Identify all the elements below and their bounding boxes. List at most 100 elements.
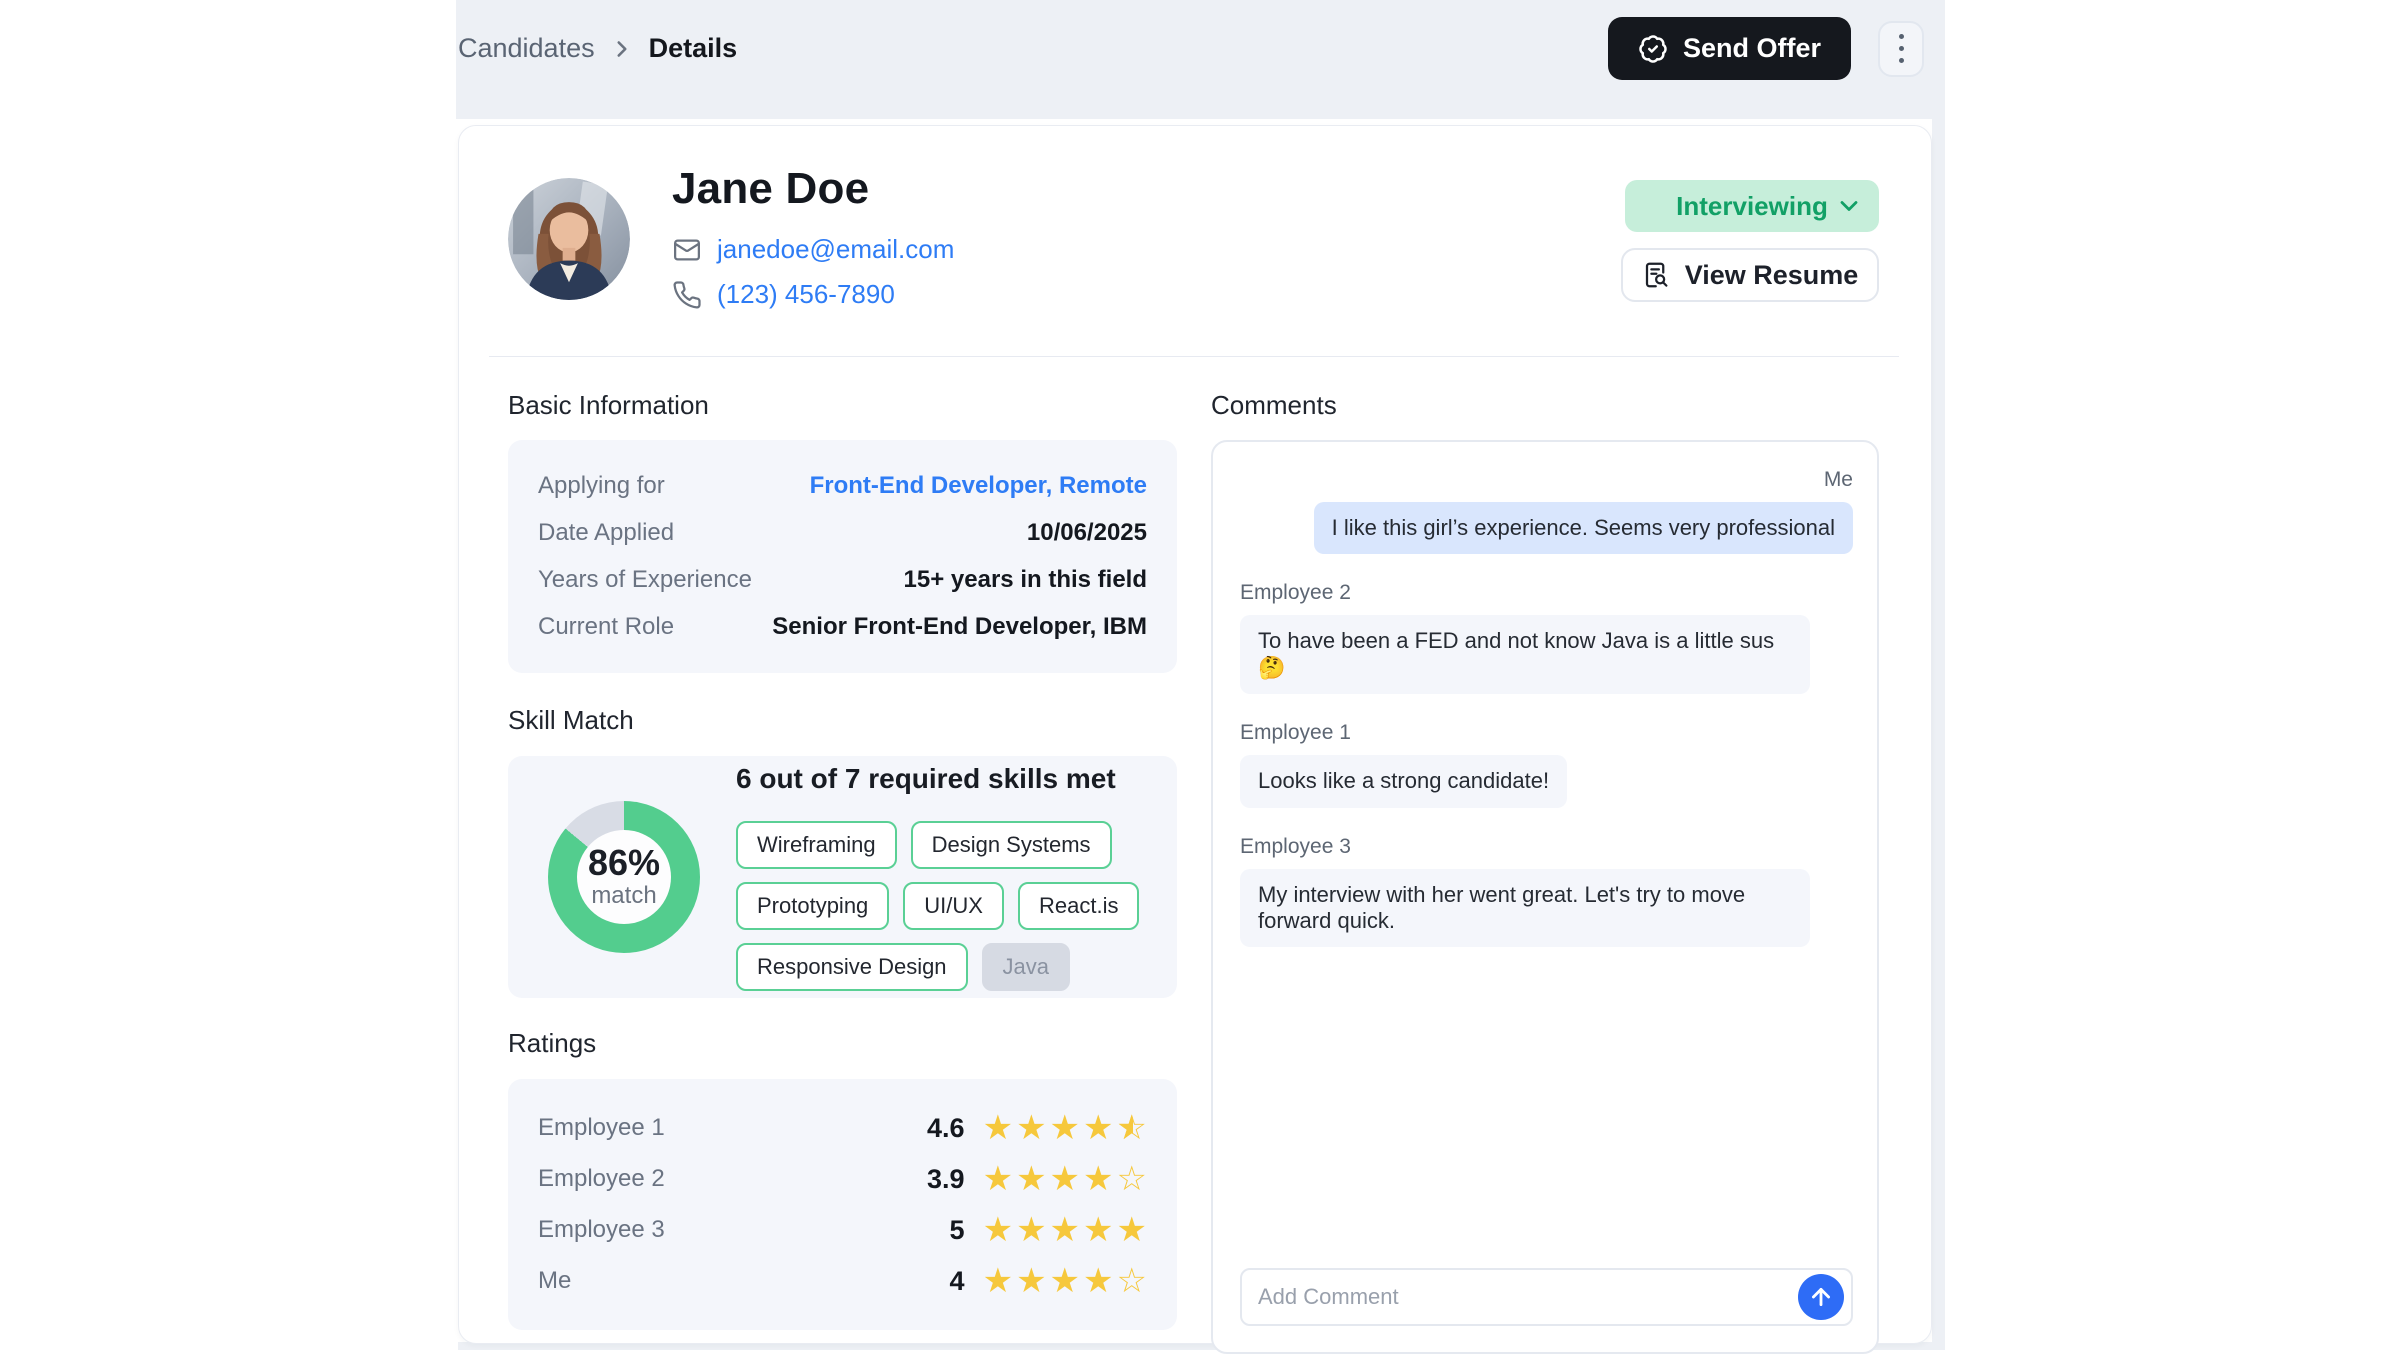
skill-chip: Design Systems [911,821,1112,869]
skill-chip: UI/UX [903,882,1004,930]
star-rating: ★★★★★ [983,1213,1147,1247]
skill-match-title: Skill Match [508,705,1177,736]
rating-score: 4 [950,1266,965,1297]
info-row: Date Applied10/06/2025 [538,519,1147,547]
profile-actions: Interviewing View Resume [1621,180,1879,302]
top-bar: Candidates Details Send Offer [456,0,1945,119]
badge-check-icon [1638,34,1668,64]
star-full-icon: ★ [983,1111,1013,1145]
star-full-icon: ★ [1016,1162,1046,1196]
star-full-icon: ★ [1016,1213,1046,1247]
rating-author: Employee 1 [538,1114,665,1142]
comment-author: Me [1824,468,1853,492]
star-full-icon: ★ [1050,1162,1080,1196]
topbar-actions: Send Offer [1608,17,1924,80]
arrow-up-icon [1808,1284,1834,1310]
comment-bubble: I like this girl’s experience. Seems ver… [1314,502,1853,554]
info-label: Current Role [538,613,674,641]
phone-icon [672,280,702,310]
comment-message: Employee 1Looks like a strong candidate! [1240,721,1853,807]
rating-score: 5 [950,1215,965,1246]
add-comment-input[interactable] [1258,1284,1798,1310]
email-row: janedoe@email.com [672,234,954,265]
profile-header: Jane Doe janedoe@email.com (123) 456-789… [508,178,1879,310]
mail-icon [672,235,702,265]
skill-match-headline: 6 out of 7 required skills met [736,763,1177,795]
basic-info-title: Basic Information [508,390,1177,421]
skill-chip: React.is [1018,882,1139,930]
comment-bubble: My interview with her went great. Let's … [1240,869,1810,948]
star-full-icon: ★ [983,1213,1013,1247]
rating-author: Me [538,1267,571,1295]
star-full-icon: ★ [1083,1162,1113,1196]
right-column: Comments Me I like this girl’s experience… [1211,390,1879,1354]
comment-author: Employee 1 [1240,721,1351,745]
rating-row: Employee 3 5 ★★★★★ [538,1213,1147,1247]
breadcrumb-candidates[interactable]: Candidates [458,33,595,64]
star-full-icon: ★ [1083,1111,1113,1145]
skill-chip: Responsive Design [736,943,968,991]
chevron-right-icon [609,36,635,62]
info-value: 10/06/2025 [1027,519,1147,547]
star-rating: ★★★★☆ [983,1264,1147,1298]
rating-score: 3.9 [927,1164,965,1195]
star-full-icon: ★ [983,1264,1013,1298]
send-comment-button[interactable] [1798,1274,1844,1320]
skill-match-panel: 86% match 6 out of 7 required skills met… [508,756,1177,998]
star-full-icon: ★ [983,1162,1013,1196]
chevron-down-icon [1835,192,1863,220]
comments-title: Comments [1211,390,1879,421]
rating-author: Employee 3 [538,1216,665,1244]
comment-author: Employee 3 [1240,835,1351,859]
skill-chip-list: Wireframing Design Systems Prototyping UI/U… [736,821,1176,991]
rating-row: Me4★★★★☆ [538,1264,1147,1298]
comment-message: Employee 3 My interview with her went gre… [1240,835,1853,948]
skill-match-percent: 86% [588,844,660,882]
left-column: Basic Information Applying for Front-End … [508,390,1177,1354]
view-resume-button[interactable]: View Resume [1621,248,1879,302]
skill-match-donut-chart: 86% match [548,801,700,953]
rating-author: Employee 2 [538,1165,665,1193]
status-dropdown[interactable]: Interviewing [1625,180,1879,232]
skill-chip: Wireframing [736,821,897,869]
rating-row: Employee 14.6★★★★☆★ [538,1111,1147,1145]
info-value: Senior Front-End Developer, IBM [772,613,1147,641]
star-full-icon: ★ [1050,1111,1080,1145]
overflow-menu-button[interactable] [1878,21,1924,77]
info-row: Current Role Senior Front-End Developer, … [538,613,1147,641]
phone-row: (123) 456-7890 [672,279,954,310]
candidate-phone-link[interactable]: (123) 456-7890 [717,279,895,310]
info-label: Applying for [538,472,665,500]
star-empty-icon: ☆ [1117,1162,1147,1196]
comment-bubble: To have been a FED and not know Java is … [1240,615,1810,694]
basic-info-panel: Applying for Front-End Developer, Remote D… [508,440,1177,673]
star-full-icon: ★ [1050,1264,1080,1298]
rating-row: Employee 23.9★★★★☆ [538,1162,1147,1196]
skill-chip: Java [982,943,1070,991]
star-rating: ★★★★☆ [983,1162,1147,1196]
info-row: Applying for Front-End Developer, Remote [538,472,1147,500]
candidate-name: Jane Doe [672,164,954,214]
star-full-icon: ★ [1117,1213,1147,1247]
kebab-vertical-icon [1899,34,1904,39]
file-search-icon [1642,260,1672,290]
breadcrumb-details: Details [649,33,738,64]
candidate-email-link[interactable]: janedoe@email.com [717,234,954,265]
vertical-scrollbar-track[interactable] [1932,119,1945,1350]
candidate-details-card: Jane Doe janedoe@email.com (123) 456-789… [458,125,1932,1344]
breadcrumb: Candidates Details [458,33,737,64]
comment-message: Employee 2To have been a FED and not kno… [1240,581,1853,694]
star-full-icon: ★ [1083,1213,1113,1247]
comment-message: Me I like this girl’s experience. Seems v… [1240,468,1853,554]
info-label: Years of Experience [538,566,752,594]
send-offer-button[interactable]: Send Offer [1608,17,1851,80]
star-half-icon: ☆★ [1117,1111,1147,1145]
comment-composer [1240,1268,1853,1326]
comment-thread: Me I like this girl’s experience. Seems v… [1240,468,1853,1268]
info-row: Years of Experience15+ years in this fie… [538,566,1147,594]
view-resume-label: View Resume [1685,260,1859,291]
star-empty-icon: ☆ [1117,1264,1147,1298]
skill-chip: Prototyping [736,882,889,930]
comments-card: Me I like this girl’s experience. Seems v… [1211,440,1879,1354]
info-value-link[interactable]: Front-End Developer, Remote [810,472,1147,500]
